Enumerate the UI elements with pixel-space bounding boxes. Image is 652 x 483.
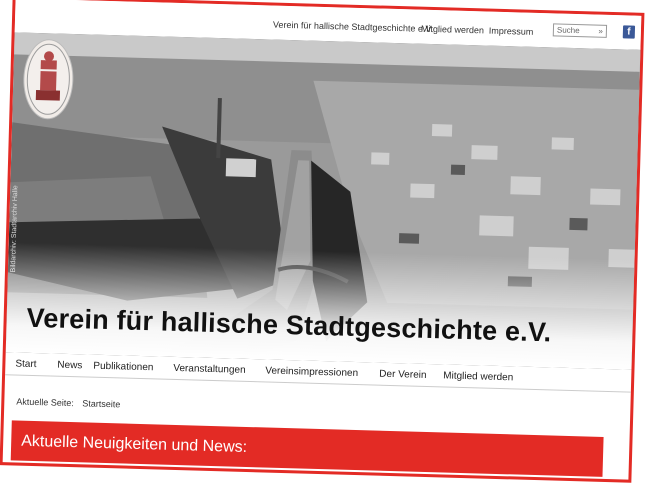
news-title: Aktuelle Neuigkeiten und News: bbox=[21, 432, 248, 456]
nav-item-mitglied-werden[interactable]: Mitglied werden bbox=[443, 370, 513, 383]
top-link-mitglied[interactable]: Mitglied werden bbox=[421, 24, 484, 36]
search-input[interactable]: Suche » bbox=[552, 23, 608, 38]
top-link-impressum[interactable]: Impressum bbox=[489, 26, 534, 37]
news-header: Aktuelle Neuigkeiten und News: bbox=[10, 420, 604, 477]
coat-of-arms-icon[interactable] bbox=[22, 38, 75, 120]
nav-item-vereinsimpressionen[interactable]: Vereinsimpressionen bbox=[265, 365, 358, 379]
nav-item-news[interactable]: News bbox=[57, 360, 82, 372]
nav-item-der-verein[interactable]: Der Verein bbox=[379, 369, 427, 381]
facebook-icon[interactable]: f bbox=[622, 25, 636, 39]
breadcrumb-label: Aktuelle Seite: bbox=[16, 396, 75, 409]
nav-item-veranstaltungen[interactable]: Veranstaltungen bbox=[173, 363, 246, 376]
nav-item-publikationen[interactable]: Publikationen bbox=[93, 361, 153, 374]
nav-item-start[interactable]: Start bbox=[15, 358, 36, 370]
top-link-home[interactable]: Verein für hallische Stadtgeschichte e.V… bbox=[273, 20, 433, 34]
breadcrumb: Aktuelle Seite: Startseite bbox=[16, 397, 126, 410]
breadcrumb-current[interactable]: Startseite bbox=[82, 398, 120, 409]
search-submit-button[interactable]: » bbox=[598, 26, 603, 37]
hero-banner: Bildarchiv: Stadtarchiv Halle Verein für… bbox=[5, 32, 641, 370]
search-placeholder: Suche bbox=[556, 25, 580, 36]
page-frame: Verein für hallische Stadtgeschichte e.V… bbox=[0, 0, 645, 483]
